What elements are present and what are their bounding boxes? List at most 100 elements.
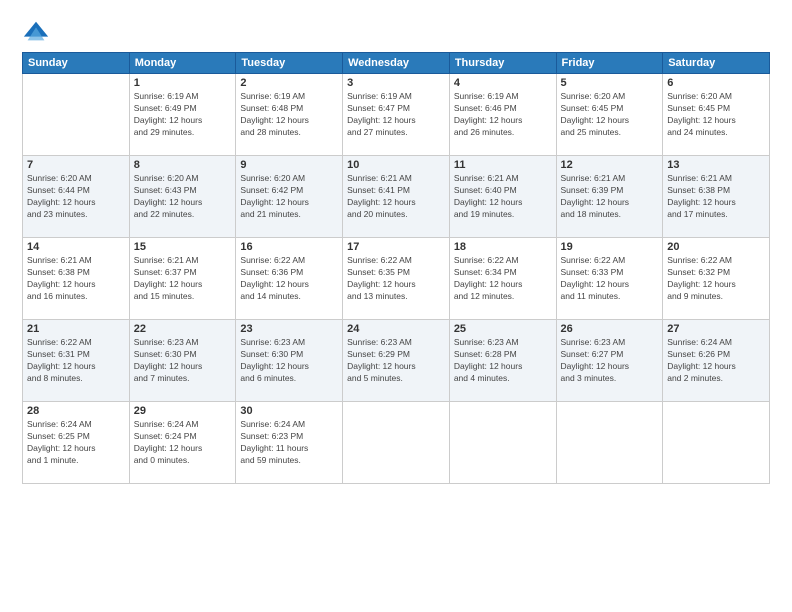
day-number: 12 — [561, 159, 659, 171]
calendar-cell — [343, 402, 450, 484]
calendar-cell: 22 Sunrise: 6:23 AM Sunset: 6:30 PM Dayli… — [129, 320, 236, 402]
day-number: 10 — [347, 159, 445, 171]
calendar-cell — [663, 402, 770, 484]
day-info: Sunrise: 6:19 AM Sunset: 6:47 PM Dayligh… — [347, 91, 445, 139]
day-info: Sunrise: 6:19 AM Sunset: 6:46 PM Dayligh… — [454, 91, 552, 139]
day-number: 16 — [240, 241, 338, 253]
day-number: 26 — [561, 323, 659, 335]
calendar-week-row: 7 Sunrise: 6:20 AM Sunset: 6:44 PM Daylig… — [23, 156, 770, 238]
calendar-cell: 17 Sunrise: 6:22 AM Sunset: 6:35 PM Dayli… — [343, 238, 450, 320]
day-number: 4 — [454, 77, 552, 89]
day-number: 13 — [667, 159, 765, 171]
day-number: 24 — [347, 323, 445, 335]
logo — [22, 18, 54, 46]
calendar-cell: 15Sunrise: 6:21 AM Sunset: 6:37 PM Dayli… — [129, 238, 236, 320]
calendar-cell: 20 Sunrise: 6:22 AM Sunset: 6:32 PM Dayli… — [663, 238, 770, 320]
weekday-header-saturday: Saturday — [663, 53, 770, 74]
calendar-cell: 10 Sunrise: 6:21 AM Sunset: 6:41 PM Dayli… — [343, 156, 450, 238]
day-number: 17 — [347, 241, 445, 253]
day-info: Sunrise: 6:20 AM Sunset: 6:45 PM Dayligh… — [561, 91, 659, 139]
calendar-cell: 29 Sunrise: 6:24 AM Sunset: 6:24 PM Dayli… — [129, 402, 236, 484]
weekday-header-monday: Monday — [129, 53, 236, 74]
calendar-cell: 16 Sunrise: 6:22 AM Sunset: 6:36 PM Dayli… — [236, 238, 343, 320]
calendar-cell: 14Sunrise: 6:21 AM Sunset: 6:38 PM Dayli… — [23, 238, 130, 320]
day-number: 22 — [134, 323, 232, 335]
day-info: Sunrise: 6:22 AM Sunset: 6:35 PM Dayligh… — [347, 255, 445, 303]
calendar-cell: 5 Sunrise: 6:20 AM Sunset: 6:45 PM Daylig… — [556, 74, 663, 156]
weekday-header-tuesday: Tuesday — [236, 53, 343, 74]
day-info: Sunrise: 6:24 AM Sunset: 6:26 PM Dayligh… — [667, 337, 765, 385]
day-info: Sunrise: 6:24 AM Sunset: 6:25 PM Dayligh… — [27, 419, 125, 467]
calendar-cell: 19Sunrise: 6:22 AM Sunset: 6:33 PM Dayli… — [556, 238, 663, 320]
day-info: Sunrise: 6:22 AM Sunset: 6:36 PM Dayligh… — [240, 255, 338, 303]
day-number: 1 — [134, 77, 232, 89]
day-number: 18 — [454, 241, 552, 253]
day-number: 19 — [561, 241, 659, 253]
day-info: Sunrise: 6:19 AM Sunset: 6:49 PM Dayligh… — [134, 91, 232, 139]
logo-icon — [22, 18, 50, 46]
day-number: 29 — [134, 405, 232, 417]
calendar-cell: 3 Sunrise: 6:19 AM Sunset: 6:47 PM Daylig… — [343, 74, 450, 156]
weekday-header-wednesday: Wednesday — [343, 53, 450, 74]
day-number: 28 — [27, 405, 125, 417]
calendar-cell: 30Sunrise: 6:24 AM Sunset: 6:23 PM Dayli… — [236, 402, 343, 484]
day-info: Sunrise: 6:21 AM Sunset: 6:39 PM Dayligh… — [561, 173, 659, 221]
weekday-header-sunday: Sunday — [23, 53, 130, 74]
calendar-cell: 26 Sunrise: 6:23 AM Sunset: 6:27 PM Dayli… — [556, 320, 663, 402]
calendar-cell: 1 Sunrise: 6:19 AM Sunset: 6:49 PM Daylig… — [129, 74, 236, 156]
calendar-cell — [449, 402, 556, 484]
calendar-cell: 13 Sunrise: 6:21 AM Sunset: 6:38 PM Dayli… — [663, 156, 770, 238]
calendar-header-row: SundayMondayTuesdayWednesdayThursdayFrid… — [23, 53, 770, 74]
calendar-cell — [556, 402, 663, 484]
day-info: Sunrise: 6:23 AM Sunset: 6:30 PM Dayligh… — [134, 337, 232, 385]
day-info: Sunrise: 6:22 AM Sunset: 6:32 PM Dayligh… — [667, 255, 765, 303]
day-info: Sunrise: 6:23 AM Sunset: 6:29 PM Dayligh… — [347, 337, 445, 385]
day-number: 27 — [667, 323, 765, 335]
calendar-cell: 2 Sunrise: 6:19 AM Sunset: 6:48 PM Daylig… — [236, 74, 343, 156]
day-number: 8 — [134, 159, 232, 171]
calendar-cell: 7 Sunrise: 6:20 AM Sunset: 6:44 PM Daylig… — [23, 156, 130, 238]
day-number: 9 — [240, 159, 338, 171]
day-number: 20 — [667, 241, 765, 253]
day-info: Sunrise: 6:20 AM Sunset: 6:42 PM Dayligh… — [240, 173, 338, 221]
day-number: 7 — [27, 159, 125, 171]
calendar-cell: 25Sunrise: 6:23 AM Sunset: 6:28 PM Dayli… — [449, 320, 556, 402]
calendar-cell: 4 Sunrise: 6:19 AM Sunset: 6:46 PM Daylig… — [449, 74, 556, 156]
day-info: Sunrise: 6:20 AM Sunset: 6:43 PM Dayligh… — [134, 173, 232, 221]
calendar-cell: 12 Sunrise: 6:21 AM Sunset: 6:39 PM Dayli… — [556, 156, 663, 238]
day-info: Sunrise: 6:21 AM Sunset: 6:40 PM Dayligh… — [454, 173, 552, 221]
calendar-cell: 9 Sunrise: 6:20 AM Sunset: 6:42 PM Daylig… — [236, 156, 343, 238]
calendar-week-row: 21Sunrise: 6:22 AM Sunset: 6:31 PM Dayli… — [23, 320, 770, 402]
day-info: Sunrise: 6:20 AM Sunset: 6:45 PM Dayligh… — [667, 91, 765, 139]
calendar-cell: 21Sunrise: 6:22 AM Sunset: 6:31 PM Dayli… — [23, 320, 130, 402]
weekday-header-friday: Friday — [556, 53, 663, 74]
weekday-header-thursday: Thursday — [449, 53, 556, 74]
day-number: 15 — [134, 241, 232, 253]
day-info: Sunrise: 6:19 AM Sunset: 6:48 PM Dayligh… — [240, 91, 338, 139]
day-info: Sunrise: 6:23 AM Sunset: 6:28 PM Dayligh… — [454, 337, 552, 385]
day-info: Sunrise: 6:24 AM Sunset: 6:23 PM Dayligh… — [240, 419, 338, 467]
day-number: 21 — [27, 323, 125, 335]
day-number: 2 — [240, 77, 338, 89]
calendar-cell: 18 Sunrise: 6:22 AM Sunset: 6:34 PM Dayli… — [449, 238, 556, 320]
day-info: Sunrise: 6:22 AM Sunset: 6:34 PM Dayligh… — [454, 255, 552, 303]
calendar-cell: 6 Sunrise: 6:20 AM Sunset: 6:45 PM Daylig… — [663, 74, 770, 156]
calendar-cell: 27 Sunrise: 6:24 AM Sunset: 6:26 PM Dayli… — [663, 320, 770, 402]
day-info: Sunrise: 6:21 AM Sunset: 6:41 PM Dayligh… — [347, 173, 445, 221]
day-info: Sunrise: 6:21 AM Sunset: 6:38 PM Dayligh… — [667, 173, 765, 221]
day-info: Sunrise: 6:23 AM Sunset: 6:27 PM Dayligh… — [561, 337, 659, 385]
calendar-cell: 11 Sunrise: 6:21 AM Sunset: 6:40 PM Dayli… — [449, 156, 556, 238]
calendar-table: SundayMondayTuesdayWednesdayThursdayFrid… — [22, 52, 770, 484]
page-header — [22, 18, 770, 46]
day-info: Sunrise: 6:24 AM Sunset: 6:24 PM Dayligh… — [134, 419, 232, 467]
calendar-cell: 23Sunrise: 6:23 AM Sunset: 6:30 PM Dayli… — [236, 320, 343, 402]
calendar-cell: 8 Sunrise: 6:20 AM Sunset: 6:43 PM Daylig… — [129, 156, 236, 238]
day-info: Sunrise: 6:20 AM Sunset: 6:44 PM Dayligh… — [27, 173, 125, 221]
day-number: 5 — [561, 77, 659, 89]
calendar-week-row: 14Sunrise: 6:21 AM Sunset: 6:38 PM Dayli… — [23, 238, 770, 320]
day-number: 6 — [667, 77, 765, 89]
calendar-cell: 28 Sunrise: 6:24 AM Sunset: 6:25 PM Dayli… — [23, 402, 130, 484]
calendar-week-row: 28 Sunrise: 6:24 AM Sunset: 6:25 PM Dayli… — [23, 402, 770, 484]
day-number: 11 — [454, 159, 552, 171]
day-number: 3 — [347, 77, 445, 89]
